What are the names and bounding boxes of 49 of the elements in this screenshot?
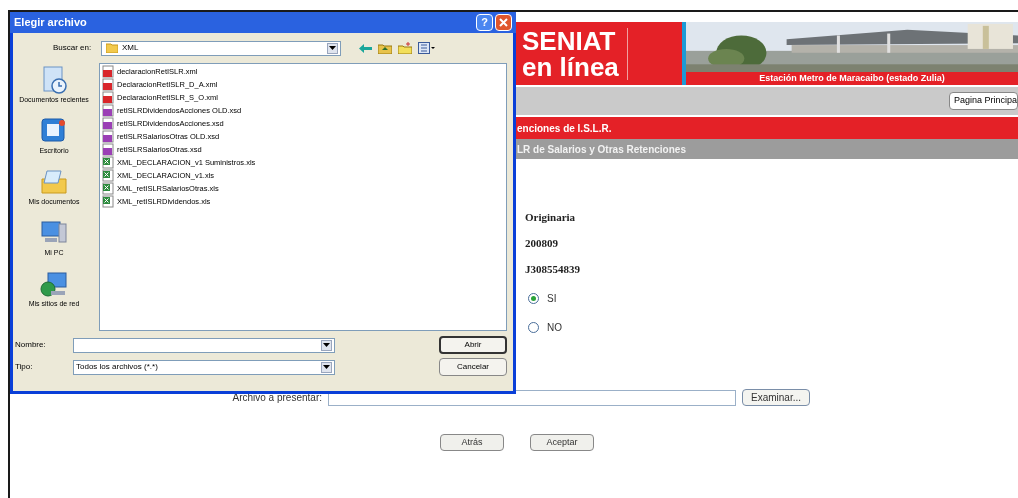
logo-text: en línea — [522, 53, 619, 80]
dialog-title: Elegir archivo — [14, 15, 87, 31]
look-in-value: XML — [122, 42, 140, 54]
look-in-label: Buscar en: — [53, 42, 93, 54]
document-icon — [102, 91, 115, 104]
radio-button[interactable] — [528, 322, 539, 333]
spreadsheet-icon — [102, 195, 115, 208]
cancel-button[interactable]: Cancelar — [439, 358, 507, 376]
photo-caption: Estación Metro de Maracaibo (estado Zulia) — [759, 71, 945, 85]
subsection-title: LR de Salarios y Otras Retenciones — [517, 142, 686, 157]
radio-button[interactable] — [528, 293, 539, 304]
document-icon — [102, 130, 115, 143]
logo-text: SENIAT — [522, 27, 617, 54]
home-button[interactable]: Pagina Principa — [948, 92, 1018, 110]
form-button[interactable]: Aceptar — [530, 434, 594, 451]
dropdown-arrow-icon — [323, 343, 330, 347]
form-button[interactable]: Atrás — [440, 434, 504, 451]
spreadsheet-icon — [102, 182, 115, 195]
document-icon — [102, 117, 115, 130]
up-folder-icon[interactable] — [378, 42, 392, 54]
folder-icon — [106, 43, 118, 53]
type-dropdown[interactable]: Todos los archivos (*.*) — [73, 359, 335, 375]
open-button[interactable]: Abrir — [439, 336, 507, 354]
look-in-dropdown[interactable]: XML — [101, 40, 341, 56]
view-menu-icon[interactable] — [418, 42, 436, 54]
type-label: Tipo: — [14, 361, 34, 373]
field-value: J308554839 — [525, 262, 581, 275]
field-value: 200809 — [525, 236, 559, 249]
document-icon — [102, 143, 115, 156]
section-title: enciones de I.S.L.R. — [517, 121, 612, 136]
document-icon — [102, 78, 115, 91]
dropdown-arrow-icon — [323, 365, 330, 369]
help-button[interactable]: ? — [476, 14, 493, 31]
document-icon — [102, 104, 115, 117]
spreadsheet-icon — [102, 156, 115, 169]
field-value: Originaria — [525, 210, 577, 223]
name-field[interactable] — [73, 337, 335, 353]
name-label: Nombre: — [14, 339, 47, 351]
close-button[interactable] — [495, 14, 512, 31]
radio-label: SI — [547, 292, 557, 306]
browse-button[interactable]: Examinar... — [742, 389, 811, 406]
radio-label: NO — [547, 321, 562, 335]
folder-letter-icon — [39, 167, 69, 197]
dropdown-arrow-icon — [329, 46, 336, 50]
new-folder-icon[interactable] — [398, 42, 412, 54]
back-arrow-icon[interactable] — [359, 43, 372, 53]
globe-computer-icon — [39, 269, 69, 299]
close-icon — [499, 18, 508, 27]
spreadsheet-icon — [102, 169, 115, 182]
